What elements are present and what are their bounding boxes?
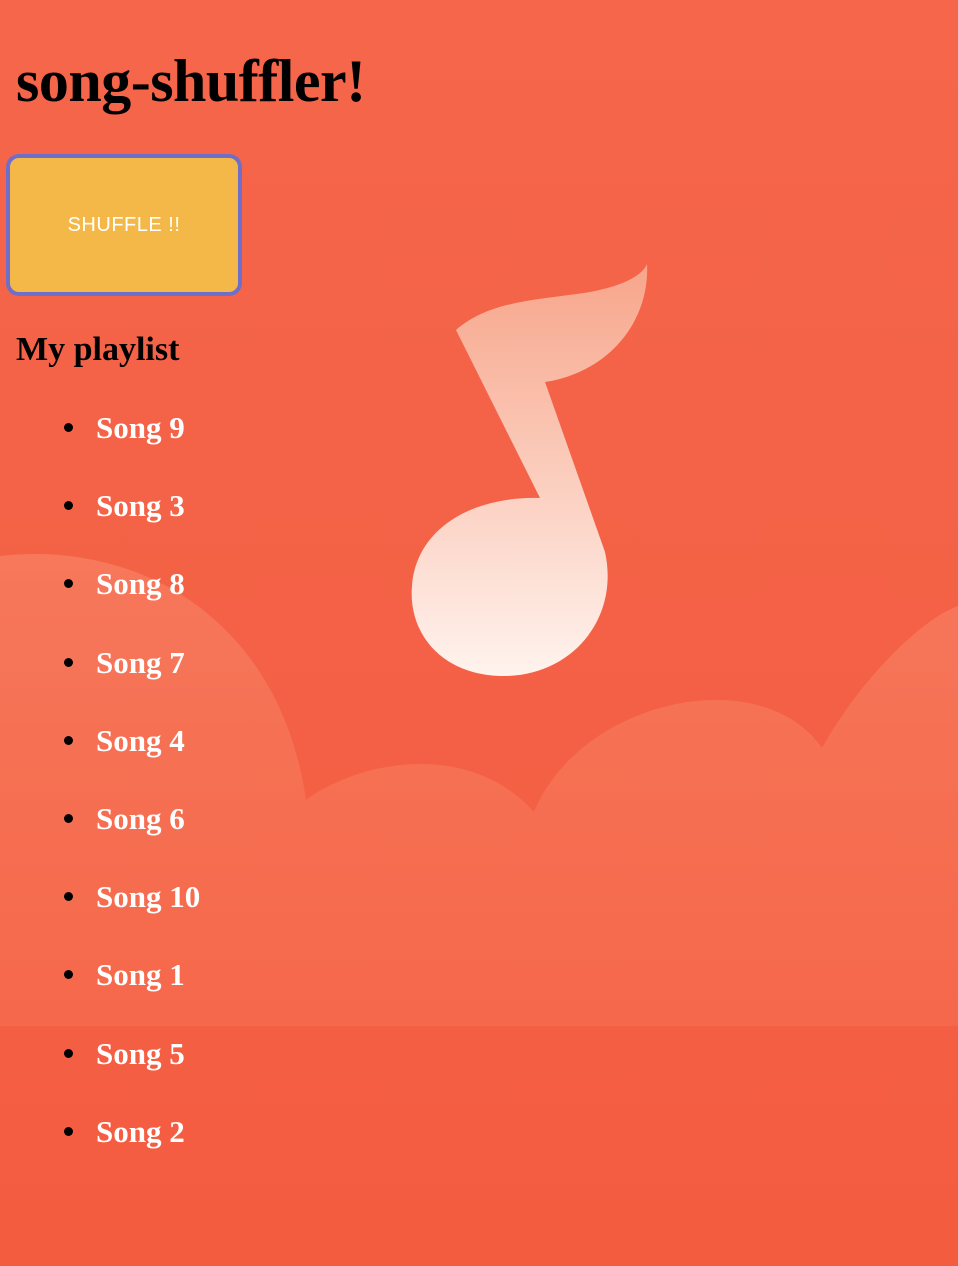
list-item: Song 4	[16, 709, 958, 787]
bullet-icon	[64, 423, 73, 432]
song-title: Song 3	[96, 488, 185, 524]
song-title: Song 1	[96, 957, 185, 993]
song-title: Song 6	[96, 800, 185, 836]
shuffle-button[interactable]: SHUFFLE !!	[10, 158, 238, 292]
list-item: Song 7	[16, 631, 958, 709]
list-item: Song 8	[16, 552, 958, 630]
list-item: Song 3	[16, 474, 958, 552]
song-title: Song 7	[96, 644, 185, 680]
playlist-heading: My playlist	[16, 331, 180, 368]
song-title: Song 10	[96, 879, 201, 915]
bullet-icon	[64, 735, 73, 745]
bullet-icon	[64, 501, 73, 511]
list-item: Song 2	[16, 1100, 958, 1178]
song-title: Song 8	[96, 566, 185, 602]
song-title: Song 9	[96, 410, 185, 445]
song-list: Song 9 Song 3 Song 8 Song 7 Song 4 Song …	[16, 396, 958, 1178]
song-title: Song 4	[96, 722, 185, 758]
list-item: Song 1	[16, 943, 958, 1021]
list-item: Song 9	[16, 396, 958, 474]
main-content: song-shuffler! SHUFFLE !! My playlist So…	[0, 0, 958, 1178]
bullet-icon	[64, 579, 73, 589]
list-item: Song 10	[16, 865, 958, 943]
bullet-icon	[64, 1126, 73, 1136]
bullet-icon	[64, 1048, 73, 1058]
list-item: Song 6	[16, 787, 958, 865]
list-item: Song 5	[16, 1022, 958, 1100]
song-title: Song 5	[96, 1035, 185, 1071]
song-title: Song 2	[96, 1113, 185, 1149]
bullet-icon	[64, 970, 73, 980]
bullet-icon	[64, 892, 73, 902]
page-title: song-shuffler!	[16, 48, 366, 114]
bullet-icon	[64, 657, 73, 667]
bullet-icon	[64, 813, 73, 823]
